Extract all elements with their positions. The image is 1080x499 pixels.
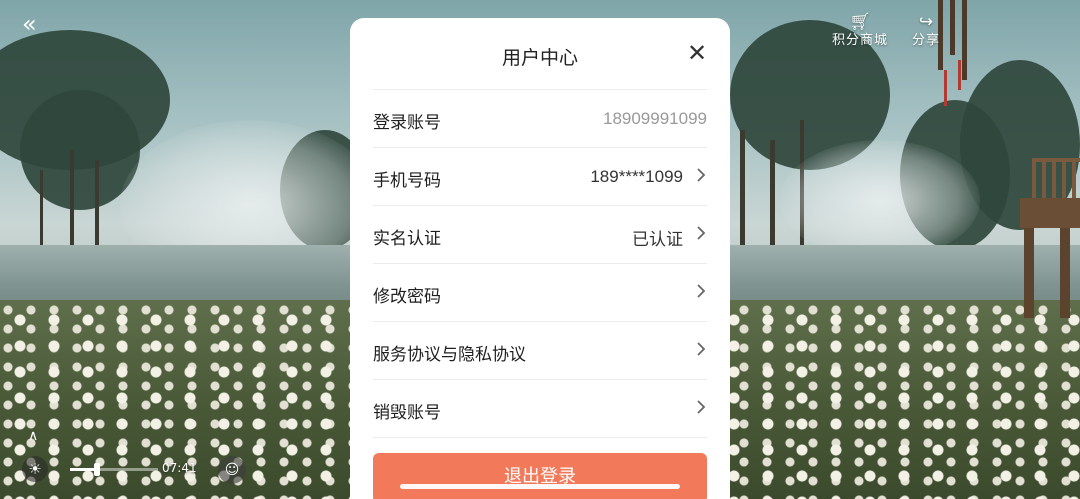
- chevron-right-icon: [697, 400, 706, 414]
- points-mall-label: 积分商城: [831, 33, 888, 48]
- chevron-right-icon: [697, 226, 706, 240]
- pavilion-beam: [1020, 198, 1080, 228]
- close-button[interactable]: ✕: [686, 39, 708, 67]
- pavilion-pillar: [1060, 228, 1070, 318]
- wind-chime: [962, 0, 967, 80]
- row-change-password[interactable]: 修改密码: [373, 263, 707, 322]
- share-label: 分享: [911, 33, 940, 48]
- close-icon: ✕: [686, 39, 708, 67]
- row-value: 18909991099: [602, 109, 707, 128]
- brightness-button[interactable]: ☀: [22, 456, 48, 482]
- logout-button[interactable]: 退出登录: [373, 453, 707, 499]
- back-button[interactable]: «: [22, 12, 54, 36]
- sun-icon: ☀: [28, 460, 42, 478]
- time-readout: 07:41: [162, 461, 197, 475]
- row-label: 实名认证: [373, 229, 441, 248]
- row-value: 189****1099: [590, 167, 683, 186]
- character-avatar-button[interactable]: ☺: [218, 456, 246, 484]
- mist: [780, 140, 980, 260]
- person-icon: ☺: [224, 462, 240, 478]
- share-button[interactable]: ↪ 分享: [908, 12, 944, 50]
- bamboo-trunk: [770, 140, 775, 260]
- chevron-right-icon: [697, 168, 706, 182]
- chevron-right-icon: [697, 284, 706, 298]
- row-real-name-verification[interactable]: 实名认证 已认证: [373, 205, 707, 264]
- row-login-account: 登录账号 18909991099: [373, 89, 707, 148]
- time-slider-thumb[interactable]: [94, 463, 100, 476]
- wooden-pavilion: [1010, 158, 1080, 318]
- chevron-right-icon: [697, 342, 706, 356]
- row-label: 手机号码: [373, 171, 441, 190]
- wind-chime: [950, 0, 955, 55]
- red-tassel: [958, 60, 961, 90]
- row-divider: [373, 437, 707, 438]
- modal-header: 用户中心 ✕: [350, 18, 730, 92]
- row-label: 服务协议与隐私协议: [373, 345, 526, 364]
- row-delete-account[interactable]: 销毁账号: [373, 379, 707, 438]
- row-label: 销毁账号: [373, 403, 441, 422]
- time-slider[interactable]: [70, 463, 158, 476]
- pavilion-pillar: [1024, 228, 1034, 318]
- share-icon: ↪: [918, 12, 934, 32]
- row-value: 已认证: [632, 230, 683, 249]
- chevron-up-icon: ∧: [28, 428, 39, 444]
- bamboo-trunk: [70, 150, 74, 260]
- user-center-modal: 用户中心 ✕ 登录账号 18909991099 手机号码 189****1099…: [350, 18, 730, 499]
- row-service-privacy-agreement[interactable]: 服务协议与隐私协议: [373, 321, 707, 380]
- cart-icon: 🛒︎: [849, 12, 871, 32]
- row-label: 修改密码: [373, 287, 441, 306]
- modal-title: 用户中心: [501, 48, 578, 69]
- bamboo-trunk: [740, 130, 745, 260]
- points-mall-button[interactable]: 🛒︎ 积分商城: [828, 12, 892, 50]
- home-indicator[interactable]: [400, 484, 680, 489]
- red-tassel: [944, 70, 947, 106]
- back-arrows-icon: «: [22, 10, 37, 38]
- row-phone-number[interactable]: 手机号码 189****1099: [373, 147, 707, 206]
- row-label: 登录账号: [373, 113, 441, 132]
- expand-up-button[interactable]: ∧: [28, 428, 38, 444]
